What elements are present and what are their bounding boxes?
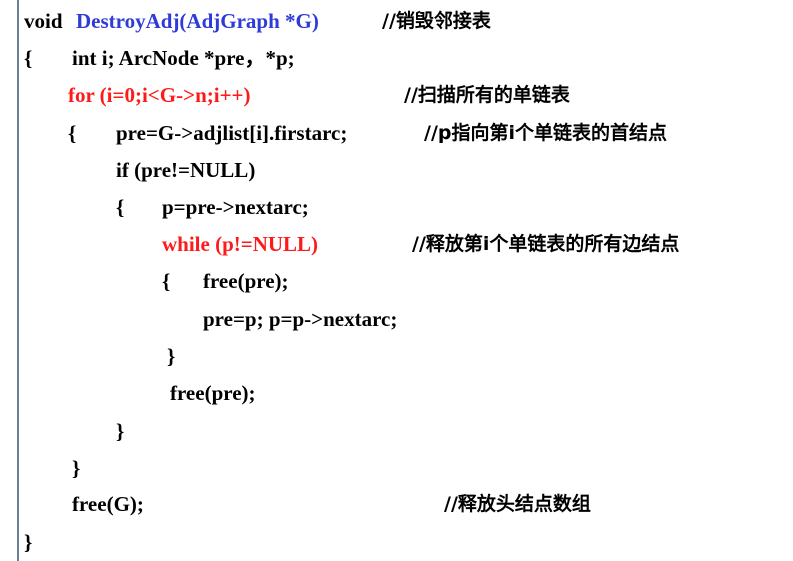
brace-close-if: } [116, 419, 125, 443]
comment-free-head-array: //释放头结点数组 [444, 493, 591, 515]
brace-open-function: { [24, 46, 33, 70]
comment-pre-points-first-node: //p指向第i个单链表的首结点 [424, 122, 667, 144]
keyword-void: void [24, 9, 63, 33]
statement-free-graph: free(G); [72, 492, 144, 516]
brace-close-function: } [24, 530, 33, 554]
function-signature: DestroyAdj(AdjGraph *G) [76, 9, 319, 33]
if-statement: if (pre!=NULL) [116, 158, 256, 182]
code-listing: void DestroyAdj(AdjGraph *G) //销毁邻接表 { i… [0, 0, 793, 561]
left-margin-rule [17, 0, 19, 561]
for-loop-header: for (i=0;i<G->n;i++) [68, 83, 251, 107]
comment-destroy-adjacency-list: //销毁邻接表 [382, 10, 491, 32]
comment-scan-lists: //扫描所有的单链表 [404, 84, 570, 106]
comment-free-edge-nodes: //释放第i个单链表的所有边结点 [412, 233, 680, 255]
variable-declaration: int i; ArcNode *pre，*p; [72, 46, 295, 70]
statement-free-pre: free(pre); [203, 269, 289, 293]
brace-close-while: } [167, 344, 176, 368]
statement-free-pre-final: free(pre); [170, 381, 256, 405]
brace-close-for: } [72, 456, 81, 480]
statement-p-nextarc: p=pre->nextarc; [162, 195, 309, 219]
brace-open-for: { [68, 121, 77, 145]
statement-advance-pointers: pre=p; p=p->nextarc; [203, 307, 398, 331]
while-loop-header: while (p!=NULL) [162, 232, 319, 256]
statement-pre-firstarc: pre=G->adjlist[i].firstarc; [116, 121, 348, 145]
brace-open-if: { [116, 195, 125, 219]
brace-open-while: { [162, 269, 171, 293]
